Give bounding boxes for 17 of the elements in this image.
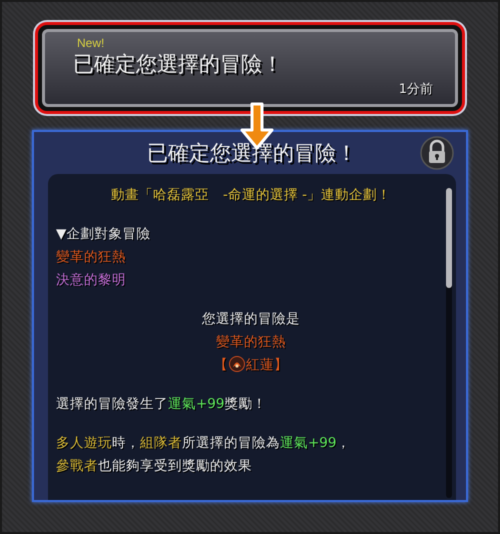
message-line: 變革的狂熱 [215,333,287,352]
message-line: 動畫「哈磊露亞 -命運的選擇 -」連動企劃！ [110,186,392,205]
scrollbar[interactable] [446,188,452,498]
notification-card[interactable]: New! 已確定您選擇的冒險！ 1分前 [35,22,465,114]
message-line: 參戰者也能夠享受到獎勵的效果 [56,457,253,476]
notification-title: 已確定您選擇的冒險！ [73,51,284,78]
message-line: 決意的黎明 [56,271,127,290]
lock-icon[interactable] [420,136,454,170]
notification-time: 1分前 [398,81,433,98]
panel-title: 已確定您選擇的冒險！ [147,140,357,167]
message-line: 變革的狂熱 [56,248,127,267]
new-label: New! [77,36,106,50]
message-line: ▼企劃對象冒險 [56,225,152,244]
message-line: 您選擇的冒險是 [201,310,301,329]
message-line: 選擇的冒險發生了 運氣+99獎勵！ [56,395,268,414]
message-line: 【 紅蓮】 [213,355,289,375]
message-line: 多人遊玩時，組隊者所選擇的冒險為運氣+99， [56,434,352,453]
